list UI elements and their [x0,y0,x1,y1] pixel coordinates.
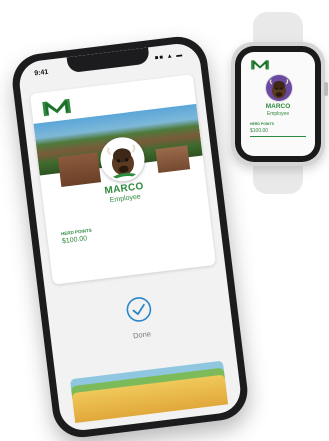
marshall-m-logo-icon [41,97,72,118]
watch-points-value: $100.00 [250,128,269,134]
wallet-cards-stack[interactable] [69,360,229,424]
phone-device: 9:41 ■■ ▲ ▬ MARCO Employee HERD POINTS $… [9,33,251,441]
watch-crown[interactable] [324,82,328,96]
done-button[interactable]: Done [51,319,233,350]
status-time: 9:41 [33,68,49,78]
bison-mascot-avatar [265,74,293,102]
marshall-m-logo-icon [250,59,270,70]
id-card[interactable]: MARCO Employee HERD POINTS $100.00 [29,74,217,285]
watch-points-label: HERD POINTS [250,122,274,126]
watch-divider [250,136,306,137]
checkmark-circle-icon [126,297,152,322]
status-icons: ■■ ▲ ▬ [154,52,184,62]
watch-bezel: MARCO Employee HERD POINTS $100.00 [235,46,321,162]
building-right [155,145,191,174]
watch-card-role: Employee [266,111,290,117]
points-label: HERD POINTS [60,227,92,237]
watch-screen[interactable]: MARCO Employee HERD POINTS $100.00 [241,52,315,156]
watch-device: MARCO Employee HERD POINTS $100.00 [226,12,329,194]
building-left [57,152,102,187]
watch-case: MARCO Employee HERD POINTS $100.00 [231,42,328,166]
watch-card-name: MARCO [265,103,291,110]
points-value: $100.00 [61,235,88,246]
